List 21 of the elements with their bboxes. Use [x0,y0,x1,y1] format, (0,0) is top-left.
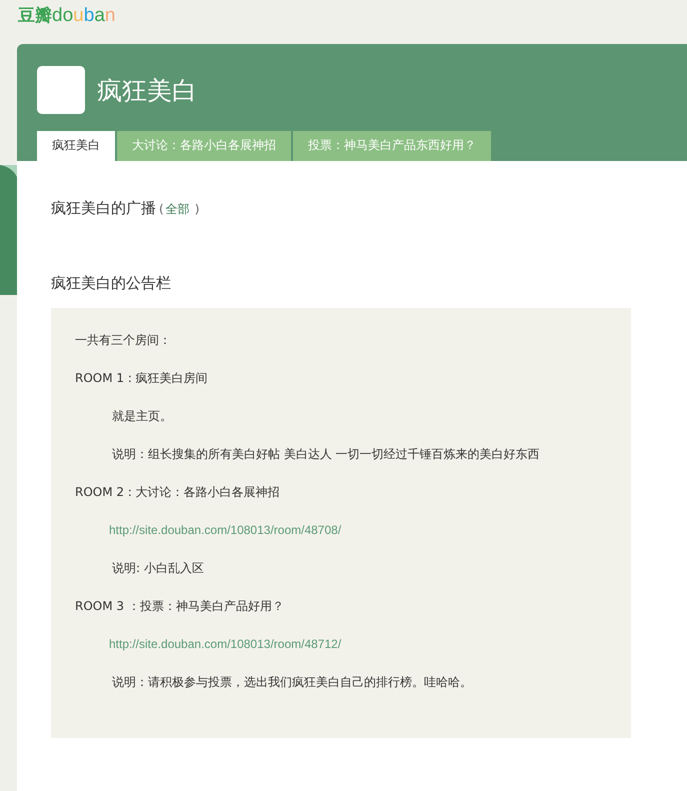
group-avatar [37,66,85,114]
notice-text: 说明：组长搜集的所有美白好帖 美白达人 一切一切经过千锤百炼来的美白好东西 [111,447,541,462]
group-name: 疯狂美白 [97,74,197,106]
tab[interactable]: 疯狂美白 [37,131,115,161]
tab[interactable]: 大讨论：各路小白各展神招 [117,131,291,161]
notice-text: ROOM 3 ：投票：神马美白产品好用？ [75,599,285,614]
notice-text: ROOM 2 : 大讨论：各路小白各展神招 [75,485,281,500]
section-title: 疯狂美白的广播 [51,199,156,217]
all-link[interactable]: 全部 [166,202,190,216]
tab[interactable]: 投票：神马美白产品东西好用？ [293,131,491,161]
room-link[interactable]: http://site.douban.com/108013/room/48712/ [109,637,342,651]
parenthesis: ( [159,202,164,216]
douban-logo[interactable]: 豆瓣douban [18,6,116,25]
notice-text: 说明：请积极参与投票，选出我们疯狂美白自己的排行榜。哇哈哈。 [111,675,473,690]
notice-text: 说明: 小白乱入区 [111,561,205,576]
section-title: 疯狂美白的公告栏 [51,274,171,292]
parenthesis: ) [194,202,200,216]
notice-text: 就是主页。 [111,409,173,424]
notice-text: 一共有三个房间： [75,333,172,348]
room-link[interactable]: http://site.douban.com/108013/room/48708/ [109,523,342,537]
notice-text: ROOM 1 : 疯狂美白房间 [75,371,209,386]
